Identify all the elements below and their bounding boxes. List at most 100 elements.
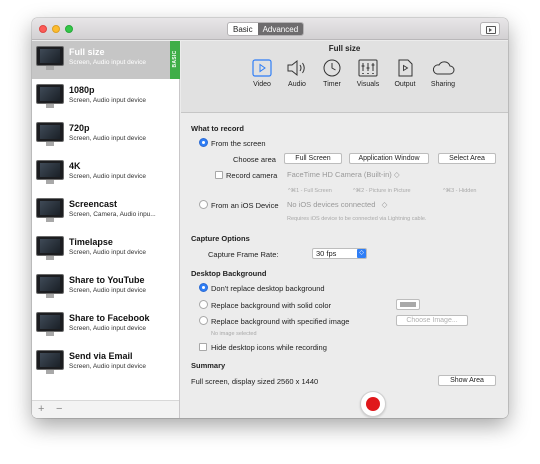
preset-name: Screencast (69, 199, 118, 209)
camera-select[interactable]: FaceTime HD Camera (Built-in) ◇ (287, 170, 400, 181)
hide-icons-checkbox[interactable] (199, 343, 207, 351)
from-screen-radio[interactable] (199, 138, 208, 147)
select-area-button[interactable]: Select Area (438, 153, 496, 164)
ios-hint: Requires iOS device to be connected via … (287, 216, 427, 222)
record-camera-label: Record camera (226, 171, 278, 180)
speaker-icon (287, 59, 305, 77)
dont-replace-radio[interactable] (199, 283, 208, 292)
minimize-window-button[interactable] (52, 25, 60, 33)
record-camera-checkbox[interactable] (215, 171, 223, 179)
preset-item[interactable]: Share to Facebook Screen, Audio input de… (32, 307, 180, 345)
no-image-text: No image selected (211, 331, 257, 337)
tab-timer[interactable]: Timer (313, 55, 351, 105)
record-button[interactable] (360, 391, 386, 417)
settings-header: Full size Video Audio Timer Visuals Outp… (181, 41, 508, 113)
preset-description: Screen, Audio input device (69, 287, 146, 294)
app-window: Basic Advanced Full size Screen, Audio i… (32, 18, 508, 418)
visuals-icon (358, 59, 378, 77)
tab-label: Timer (323, 81, 341, 88)
hide-icons-label: Hide desktop icons while recording (211, 343, 327, 352)
tab-label: Visuals (356, 81, 380, 88)
application-window-button[interactable]: Application Window (349, 153, 429, 164)
section-heading: What to record (191, 124, 244, 133)
preset-name: Share to Facebook (69, 313, 150, 323)
from-ios-label: From an iOS Device (211, 201, 279, 210)
monitor-icon (36, 160, 64, 180)
preset-title: Full size (328, 44, 361, 53)
shortcut-hint: ^⌘1 - Full Screen (288, 188, 332, 194)
clock-icon (323, 59, 341, 77)
segment-advanced[interactable]: Advanced (257, 23, 304, 35)
remove-preset-button[interactable]: − (56, 403, 62, 415)
monitor-icon (36, 84, 64, 104)
tab-label: Audio (288, 81, 306, 88)
specified-image-label: Replace background with specified image (211, 317, 350, 326)
preset-name: 4K (69, 161, 81, 171)
preset-item[interactable]: 4K Screen, Audio input device (32, 155, 180, 193)
tab-visuals[interactable]: Visuals (349, 55, 387, 105)
solid-color-label: Replace background with solid color (211, 301, 332, 310)
preset-item[interactable]: Full size Screen, Audio input device BAS… (32, 41, 180, 79)
segment-basic[interactable]: Basic (228, 23, 258, 35)
preset-item[interactable]: Send via Email Screen, Audio input devic… (32, 345, 180, 383)
ios-device-select[interactable]: No iOS devices connected ◇ (287, 200, 387, 211)
preset-item[interactable]: 720p Screen, Audio input device (32, 117, 180, 155)
section-heading: Summary (191, 361, 226, 370)
tab-label: Video (253, 81, 271, 88)
tab-sharing[interactable]: Sharing (424, 55, 462, 105)
sidebar-footer: + − (32, 400, 179, 418)
from-ios-radio[interactable] (199, 200, 208, 209)
monitor-icon (36, 46, 64, 66)
preset-name: Full size (69, 47, 105, 57)
specified-image-radio[interactable] (199, 316, 208, 325)
preset-description: Screen, Audio input device (69, 249, 146, 256)
section-heading: Capture Options (191, 234, 250, 243)
preview-button[interactable] (480, 22, 500, 36)
preset-name: Timelapse (69, 237, 113, 247)
basic-badge: BASIC (170, 41, 180, 79)
shortcut-hint: ^⌘3 - Hidden (443, 188, 477, 194)
preset-description: Screen, Audio input device (69, 59, 146, 66)
close-window-button[interactable] (39, 25, 47, 33)
color-well[interactable] (396, 299, 420, 310)
tab-video[interactable]: Video (243, 55, 281, 105)
monitor-icon (36, 236, 64, 256)
preset-item[interactable]: 1080p Screen, Audio input device (32, 79, 180, 117)
summary-text: Full screen, display sized 2560 x 1440 (191, 377, 319, 386)
document-play-icon (398, 59, 413, 77)
preset-sidebar: Full size Screen, Audio input device BAS… (32, 41, 180, 418)
monitor-icon (36, 312, 64, 332)
video-settings-panel: What to record From the screen Choose ar… (181, 114, 508, 418)
frame-rate-label: Capture Frame Rate: (208, 250, 279, 259)
zoom-window-button[interactable] (65, 25, 73, 33)
preset-description: Screen, Audio input device (69, 135, 146, 142)
full-screen-button[interactable]: Full Screen (284, 153, 342, 164)
preset-item[interactable]: Timelapse Screen, Audio input device (32, 231, 180, 269)
preset-item[interactable]: Screencast Screen, Camera, Audio inpu... (32, 193, 180, 231)
play-icon (489, 28, 492, 32)
choose-area-label: Choose area (233, 155, 276, 164)
dont-replace-label: Don't replace desktop background (211, 284, 325, 293)
shortcut-hint: ^⌘2 - Picture in Picture (353, 188, 411, 194)
add-preset-button[interactable]: + (38, 403, 44, 415)
tab-label: Sharing (430, 81, 456, 88)
solid-color-radio[interactable] (199, 300, 208, 309)
tab-output[interactable]: Output (386, 55, 424, 105)
preset-item[interactable]: Share to YouTube Screen, Audio input dev… (32, 269, 180, 307)
monitor-icon (36, 198, 64, 218)
monitor-icon (36, 274, 64, 294)
preset-description: Screen, Audio input device (69, 173, 146, 180)
mode-segmented-control: Basic Advanced (227, 22, 305, 36)
tab-audio[interactable]: Audio (278, 55, 316, 105)
preset-description: Screen, Audio input device (69, 363, 146, 370)
title-bar: Basic Advanced (32, 18, 508, 40)
section-heading: Desktop Background (191, 269, 267, 278)
frame-rate-select[interactable]: 30 fps ◇ (312, 248, 367, 259)
cloud-icon (432, 61, 455, 75)
choose-image-button[interactable]: Choose Image... (396, 315, 468, 326)
from-screen-label: From the screen (211, 139, 266, 148)
preset-description: Screen, Camera, Audio inpu... (69, 211, 156, 218)
preset-name: Share to YouTube (69, 275, 145, 285)
show-area-button[interactable]: Show Area (438, 375, 496, 386)
chevron-updown-icon: ◇ (357, 249, 366, 258)
